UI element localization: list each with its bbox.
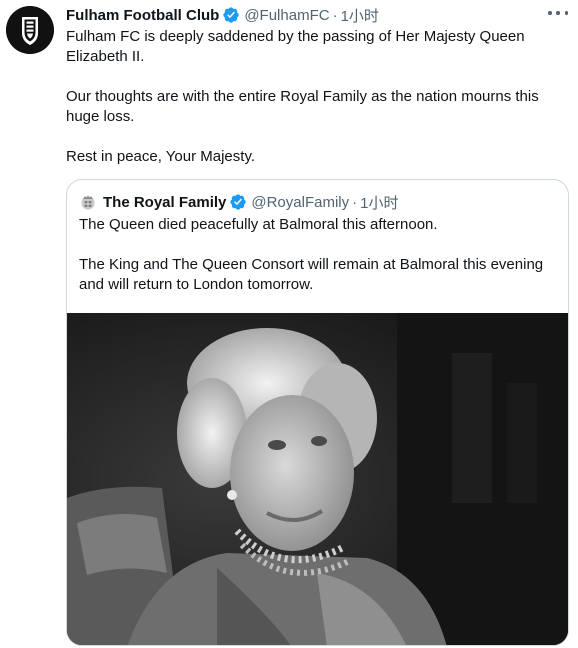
quoted-tweet-photo[interactable]	[67, 313, 568, 645]
tweet-text-line: Our thoughts are with the entire Royal F…	[66, 88, 539, 125]
tweet-text-line: Fulham FC is deeply saddened by the pass…	[66, 28, 525, 65]
separator-dot: ·	[352, 193, 358, 211]
royal-crest-icon	[79, 193, 97, 211]
fulham-crest-icon	[6, 6, 54, 54]
quoted-tweet-header: The Royal Family @RoyalFamily · 1小时	[79, 191, 398, 213]
more-options-icon[interactable]	[548, 6, 568, 20]
quoted-tweet-timestamp[interactable]: 1小时	[360, 192, 398, 213]
tweet-text-line: Rest in peace, Your Majesty.	[66, 148, 255, 165]
tweet[interactable]: Fulham Football Club @FulhamFC · 1小时 Ful…	[0, 0, 578, 648]
quoted-text-line: The Queen died peacefully at Balmoral th…	[79, 216, 438, 233]
author-display-name[interactable]: Fulham Football Club	[66, 7, 219, 24]
separator-dot: ·	[332, 6, 338, 24]
tweet-timestamp[interactable]: 1小时	[341, 5, 379, 26]
author-handle[interactable]: @FulhamFC	[244, 7, 329, 24]
tweet-header: Fulham Football Club @FulhamFC · 1小时	[66, 4, 379, 26]
verified-badge-icon	[222, 6, 240, 24]
quoted-author-display-name[interactable]: The Royal Family	[103, 194, 226, 211]
quoted-tweet[interactable]: The Royal Family @RoyalFamily · 1小时 The …	[66, 179, 569, 646]
verified-badge-icon	[229, 193, 247, 211]
tweet-text: Fulham FC is deeply saddened by the pass…	[66, 27, 566, 167]
quoted-text-line: The King and The Queen Consort will rema…	[79, 256, 544, 293]
portrait-image	[67, 313, 568, 645]
quoted-author-handle[interactable]: @RoyalFamily	[251, 194, 349, 211]
author-avatar[interactable]	[6, 6, 54, 54]
quoted-tweet-text: The Queen died peacefully at Balmoral th…	[79, 215, 559, 295]
